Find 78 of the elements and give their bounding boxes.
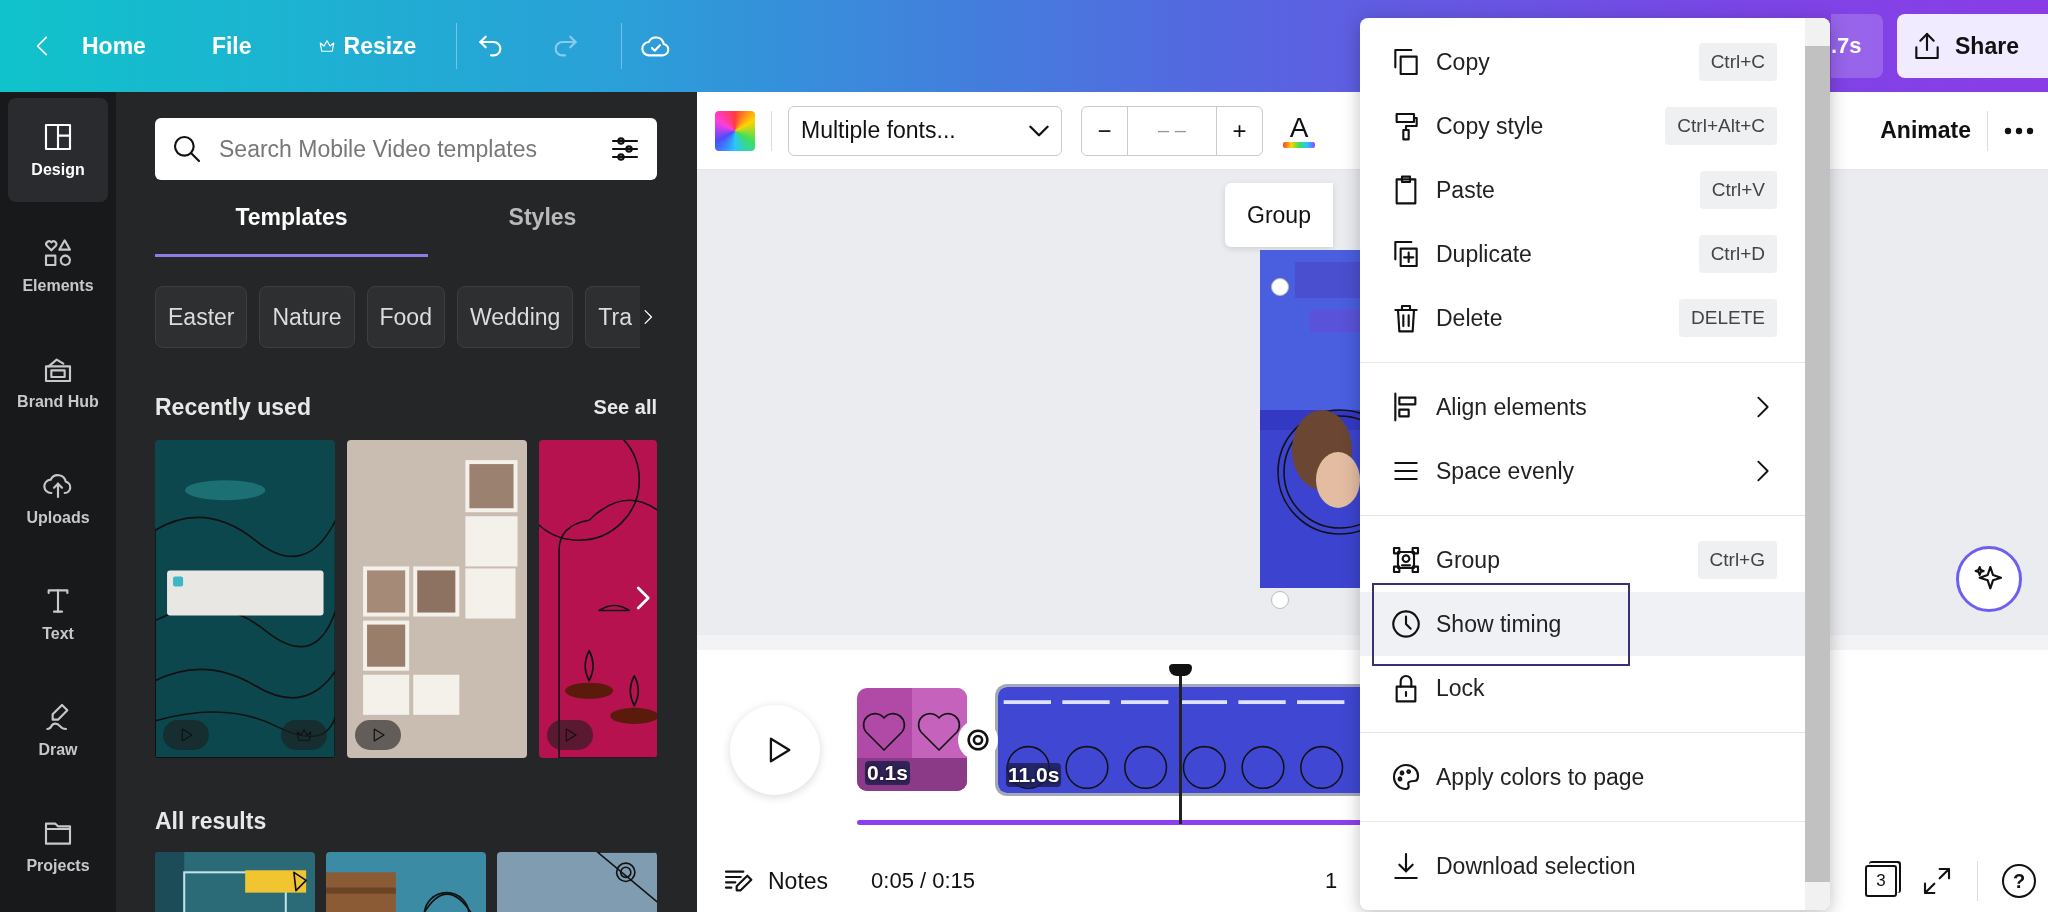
menu-item[interactable]: Copy Ctrl+C	[1360, 30, 1805, 94]
chevron-down-icon	[1029, 124, 1049, 137]
shortcut-badge: DELETE	[1679, 299, 1777, 337]
section-title: Recently used	[155, 393, 311, 421]
search-field[interactable]: Search Mobile Video templates	[155, 118, 657, 180]
filter-chip[interactable]: Easter	[155, 286, 248, 348]
menu-label: Align elements	[1436, 393, 1587, 421]
menu-item[interactable]: Apply colors to page	[1360, 745, 1805, 809]
menu-label: Download selection	[1436, 852, 1636, 880]
sidebar-item[interactable]: Elements	[8, 214, 108, 318]
sidebar-item[interactable]: Draw	[8, 678, 108, 782]
font-dropdown[interactable]: Multiple fonts...	[788, 105, 1062, 156]
sidebar-item[interactable]: Uploads	[8, 446, 108, 550]
menu-item[interactable]: Align elements	[1360, 375, 1805, 439]
menu-label: Duplicate	[1436, 240, 1532, 268]
group-button[interactable]: Group	[1225, 183, 1333, 247]
sidebar-item[interactable]: Projects	[8, 794, 108, 898]
menu-item[interactable]: Show timing	[1360, 592, 1805, 656]
menu-label: Apply colors to page	[1436, 763, 1645, 791]
tab[interactable]: Templates	[155, 180, 428, 257]
search-icon	[171, 133, 203, 165]
filter-chip[interactable]: Nature	[259, 286, 355, 348]
menu-label: Delete	[1436, 304, 1503, 332]
menu-label: Paste	[1436, 176, 1495, 204]
filter-chip[interactable]: Wedding	[456, 286, 574, 348]
increase-button[interactable]: +	[1217, 106, 1262, 155]
decrease-button[interactable]: −	[1082, 106, 1127, 155]
see-all-link[interactable]: See all	[593, 395, 657, 419]
crown-icon	[317, 37, 336, 55]
sidebar-item[interactable]: Brand Hub	[8, 330, 108, 434]
shortcut-badge: Ctrl+V	[1699, 171, 1777, 209]
sidebar-item[interactable]: Text	[8, 562, 108, 666]
share-button[interactable]: Share	[1897, 14, 2048, 78]
menu-label: Show timing	[1436, 610, 1562, 638]
expand-icon[interactable]	[1921, 865, 1953, 897]
video-clip[interactable]: 0.1s	[857, 688, 967, 791]
text-color-button[interactable]: A	[1281, 113, 1317, 148]
menu-item[interactable]: Paste Ctrl+V	[1360, 158, 1805, 222]
menu-item[interactable]: Space evenly	[1360, 439, 1805, 503]
menu-label: Copy style	[1436, 112, 1544, 140]
elements-icon	[42, 237, 74, 269]
time-text: 0:05 / 0:15	[871, 868, 976, 894]
clip-duration: 11.0s	[1006, 762, 1062, 787]
search-input[interactable]: Search Mobile Video templates	[217, 134, 595, 164]
menu-item[interactable]: Download selection	[1360, 834, 1805, 898]
notes-button[interactable]: Notes	[722, 865, 829, 897]
clip-duration: 0.1s	[865, 761, 910, 785]
filter-chip[interactable]: Food	[366, 286, 445, 348]
zoom-text: 1	[1325, 868, 1338, 894]
menu-label: Group	[1436, 546, 1500, 574]
more-icon[interactable]	[2004, 126, 2034, 135]
timer-text: .7s	[1831, 14, 1883, 78]
crown-icon	[295, 726, 313, 744]
group-icon	[1390, 544, 1422, 576]
menu-item[interactable]: Duplicate Ctrl+D	[1360, 222, 1805, 286]
menu-label: Space evenly	[1436, 457, 1575, 485]
shortcut-badge: Ctrl+D	[1698, 235, 1777, 273]
menu-label: Copy	[1436, 48, 1490, 76]
filter-chip[interactable]: Tra	[585, 286, 640, 348]
shortcut-badge: Ctrl+G	[1697, 541, 1777, 579]
menu-label: Lock	[1436, 674, 1485, 702]
shortcut-badge: Ctrl+Alt+C	[1665, 107, 1777, 145]
section-title: All results	[155, 807, 267, 835]
video-clip[interactable]: 11.0s	[995, 683, 1360, 796]
palette-icon	[1390, 761, 1422, 793]
sidebar-item[interactable]: Design	[8, 98, 108, 202]
selection-handle[interactable]	[1271, 591, 1289, 609]
shortcut-badge: Ctrl+C	[1698, 43, 1777, 81]
menu-item[interactable]: Copy style Ctrl+Alt+C	[1360, 94, 1805, 158]
menu-item[interactable]: Lock	[1360, 656, 1805, 720]
timing-icon	[1390, 608, 1422, 640]
help-button[interactable]: ?	[2002, 864, 2036, 898]
menu-item[interactable]: Delete DELETE	[1360, 286, 1805, 350]
color-picker[interactable]	[715, 110, 755, 151]
menu-item[interactable]: Group Ctrl+G	[1360, 528, 1805, 592]
design-icon	[42, 121, 74, 153]
tab[interactable]: Styles	[428, 180, 657, 257]
animate-button[interactable]: Animate	[1880, 117, 1971, 144]
